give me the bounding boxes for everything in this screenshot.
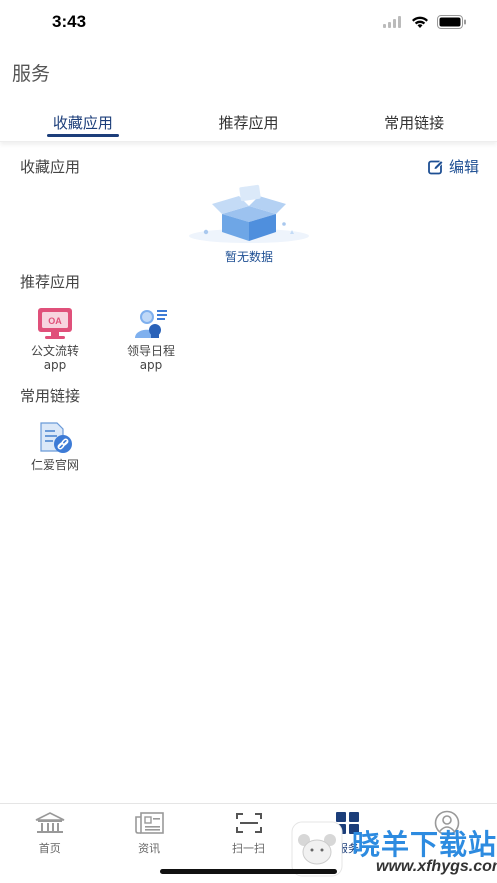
- empty-box-icon: [189, 184, 309, 243]
- empty-state: 暂无数据: [178, 184, 320, 264]
- app-label-leader-schedule: 领导日程app: [127, 344, 176, 372]
- app-item-leader-schedule[interactable]: 领导日程app: [115, 306, 187, 372]
- app-item-oa[interactable]: OA 公文流转app: [19, 306, 91, 372]
- news-icon: [135, 812, 164, 834]
- status-icons: [383, 15, 467, 29]
- link-label-renai-website: 仁爱官网: [31, 458, 80, 472]
- page-title: 服务: [12, 63, 51, 85]
- status-bar: 3:43: [0, 0, 497, 46]
- leader-schedule-icon: [135, 310, 167, 338]
- recommended-section-title: 推荐应用: [20, 273, 81, 291]
- tab-bar: 收藏应用 推荐应用 常用链接: [0, 104, 497, 142]
- website-link-icon: [40, 422, 72, 453]
- edit-button[interactable]: 编辑: [428, 156, 479, 177]
- edit-icon: [428, 159, 444, 174]
- signal-icon: [383, 16, 401, 28]
- link-item-renai-website[interactable]: 仁爱官网: [19, 420, 91, 472]
- tabbar-label-scan: 扫一扫: [232, 842, 266, 855]
- watermark-url: www.xfhygs.com: [376, 858, 497, 875]
- tab-favorite-apps[interactable]: 收藏应用: [0, 104, 166, 141]
- tabbar-label-news: 资讯: [138, 842, 161, 855]
- edit-label: 编辑: [448, 158, 479, 176]
- app-label-oa: 公文流转app: [31, 344, 80, 372]
- home-icon: [35, 812, 65, 833]
- wifi-icon: [412, 16, 428, 28]
- oa-icon: OA: [38, 308, 72, 339]
- empty-state-text: 暂无数据: [224, 250, 273, 264]
- favorites-section-title: 收藏应用: [20, 158, 81, 176]
- status-time: 3:43: [52, 12, 87, 31]
- svg-text:OA: OA: [48, 316, 62, 326]
- tabbar-label-home: 首页: [38, 842, 61, 855]
- home-indicator: [160, 869, 337, 874]
- scan-icon: [235, 813, 262, 833]
- battery-icon: [437, 15, 466, 29]
- tabbar-item-home[interactable]: 首页: [0, 804, 99, 883]
- links-section-title: 常用链接: [20, 387, 81, 405]
- tab-recommended-apps[interactable]: 推荐应用: [166, 104, 332, 141]
- tab-common-links[interactable]: 常用链接: [331, 104, 497, 141]
- watermark-text: 晓羊下载站: [352, 828, 497, 861]
